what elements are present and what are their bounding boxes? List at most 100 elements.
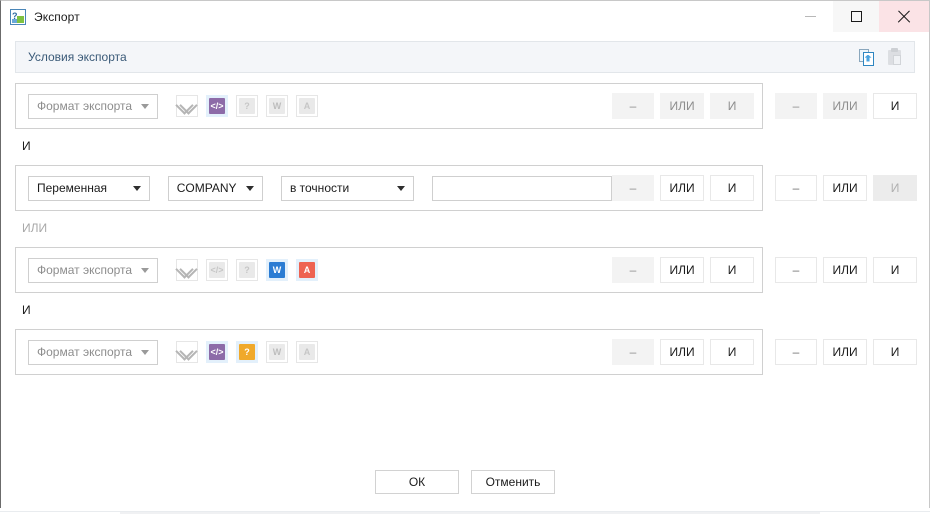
conditions-rows: Формат экспорта </> ? W A – ИЛИ И – ИЛИ …	[15, 73, 917, 375]
remove-group-button-4[interactable]: –	[775, 339, 817, 365]
operator-value: в точности	[289, 181, 350, 195]
background-window-sliver	[0, 508, 930, 514]
outer-ops-2: – ИЛИ И	[775, 175, 917, 201]
window-title: Экспорт	[34, 9, 80, 24]
or-button-outer-2[interactable]: ИЛИ	[823, 175, 867, 201]
export-conditions-header: Условия экспорта	[15, 41, 915, 73]
xml-format-toggle-4[interactable]: </>	[206, 341, 228, 363]
word-format-toggle-4[interactable]: W	[266, 341, 288, 363]
paste-conditions-button[interactable]	[884, 46, 906, 68]
ok-button[interactable]: ОК	[375, 470, 459, 494]
format-select-3[interactable]: Формат экспорта	[28, 257, 158, 283]
acrobat-format-toggle-4[interactable]: A	[296, 341, 318, 363]
xml-format-icon: </>	[209, 98, 225, 114]
operator-select-2[interactable]: в точности	[280, 175, 414, 201]
paste-conditions-icon	[887, 47, 903, 66]
word-format-toggle-1[interactable]: W	[266, 95, 288, 117]
remove-group-button-1[interactable]: –	[775, 93, 817, 119]
chevron-down-icon	[141, 267, 149, 273]
condition-row: Формат экспорта </> ? W A – ИЛИ И – ИЛИ …	[15, 329, 917, 375]
and-button-inner-1[interactable]: И	[710, 93, 754, 119]
format-select-3-label: Формат экспорта	[37, 263, 133, 277]
or-button-inner-1[interactable]: ИЛИ	[660, 93, 704, 119]
xml-format-toggle-1[interactable]: </>	[206, 95, 228, 117]
check-all-icon	[175, 342, 198, 361]
or-button-outer-4[interactable]: ИЛИ	[823, 339, 867, 365]
copy-conditions-button[interactable]	[856, 46, 878, 68]
outer-ops-4: – ИЛИ И	[775, 339, 917, 365]
close-button[interactable]	[879, 1, 929, 32]
minimize-icon	[804, 16, 816, 17]
group-title: Условия экспорта	[28, 50, 127, 64]
acrobat-format-toggle-3[interactable]: A	[296, 259, 318, 281]
pdf-form-icon: ?	[239, 98, 255, 114]
xml-format-icon: </>	[209, 262, 225, 278]
acrobat-format-icon: A	[299, 98, 315, 114]
chevron-down-icon	[132, 185, 141, 191]
word-format-icon: W	[269, 262, 285, 278]
and-button-outer-3[interactable]: И	[873, 257, 917, 283]
condition-value-input[interactable]	[432, 175, 612, 201]
remove-condition-button-4[interactable]: –	[612, 339, 654, 365]
pdf-form-toggle-4[interactable]: ?	[236, 341, 258, 363]
and-button-inner-3[interactable]: И	[710, 257, 754, 283]
pdf-form-icon: ?	[239, 344, 255, 360]
check-all-toggle-4[interactable]	[175, 341, 198, 363]
condition-box-2: Переменная COMPANY в точности – ИЛИ И	[15, 165, 763, 211]
format-icons-3: </> ? W A	[175, 259, 318, 281]
or-button-outer-3[interactable]: ИЛИ	[823, 257, 867, 283]
condition-box-3: Формат экспорта </> ? W A – ИЛИ И	[15, 247, 763, 293]
or-button-outer-1[interactable]: ИЛИ	[823, 93, 867, 119]
format-icons-4: </> ? W A	[175, 341, 318, 363]
remove-group-button-3[interactable]: –	[775, 257, 817, 283]
variable-select-2-label: Переменная	[37, 181, 107, 195]
inner-ops-3: – ИЛИ И	[612, 257, 754, 283]
or-button-inner-2[interactable]: ИЛИ	[660, 175, 704, 201]
window-controls	[787, 1, 929, 32]
and-button-outer-4[interactable]: И	[873, 339, 917, 365]
chevron-down-icon	[141, 349, 149, 355]
remove-condition-button-2[interactable]: –	[612, 175, 654, 201]
remove-condition-button-1[interactable]: –	[612, 93, 654, 119]
outer-ops-3: – ИЛИ И	[775, 257, 917, 283]
format-icons-1: </> ? W A	[175, 95, 318, 117]
variable-select-2[interactable]: Переменная	[28, 175, 150, 201]
and-button-inner-2[interactable]: И	[710, 175, 754, 201]
export-dialog-window: ? Экспорт Условия экспорта Формат экспор…	[0, 0, 930, 508]
check-all-toggle-1[interactable]	[175, 95, 198, 117]
chevron-down-icon	[397, 185, 405, 191]
and-button-outer-1[interactable]: И	[873, 93, 917, 119]
format-select-1-label: Формат экспорта	[37, 99, 133, 113]
format-select-4[interactable]: Формат экспорта	[28, 339, 158, 365]
format-select-1[interactable]: Формат экспорта	[28, 93, 158, 119]
and-button-outer-2[interactable]: И	[873, 175, 917, 201]
or-button-inner-4[interactable]: ИЛИ	[660, 339, 704, 365]
cancel-button[interactable]: Отменить	[471, 470, 555, 494]
xml-format-toggle-3[interactable]: </>	[206, 259, 228, 281]
dialog-footer: ОК Отменить	[15, 470, 915, 508]
pdf-form-toggle-3[interactable]: ?	[236, 259, 258, 281]
word-format-toggle-3[interactable]: W	[266, 259, 288, 281]
title-bar: ? Экспорт	[1, 1, 929, 32]
acrobat-format-toggle-1[interactable]: A	[296, 95, 318, 117]
outer-ops-1: – ИЛИ И	[775, 93, 917, 119]
remove-condition-button-3[interactable]: –	[612, 257, 654, 283]
connector-and-1: И	[22, 139, 31, 153]
maximize-icon	[850, 11, 862, 22]
remove-group-button-2[interactable]: –	[775, 175, 817, 201]
acrobat-format-icon: A	[299, 262, 315, 278]
maximize-button[interactable]	[833, 1, 879, 32]
variable-field-value: COMPANY	[176, 181, 237, 195]
condition-row: Формат экспорта </> ? W A – ИЛИ И – ИЛИ …	[15, 247, 917, 293]
format-select-4-label: Формат экспорта	[37, 345, 133, 359]
chevron-down-icon	[141, 103, 149, 109]
acrobat-format-icon: A	[299, 344, 315, 360]
pdf-form-toggle-1[interactable]: ?	[236, 95, 258, 117]
variable-field-select-2[interactable]: COMPANY	[167, 175, 263, 201]
minimize-button[interactable]	[787, 1, 833, 32]
condition-box-4: Формат экспорта </> ? W A – ИЛИ И	[15, 329, 763, 375]
inner-ops-4: – ИЛИ И	[612, 339, 754, 365]
check-all-toggle-3[interactable]	[175, 259, 198, 281]
or-button-inner-3[interactable]: ИЛИ	[660, 257, 704, 283]
and-button-inner-4[interactable]: И	[710, 339, 754, 365]
